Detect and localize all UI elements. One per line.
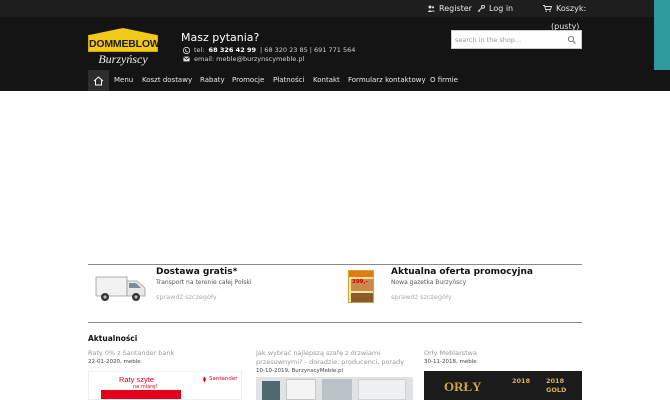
logo-brand-bottom: Burzyńscy xyxy=(98,52,148,66)
top-bar: Register Log in Koszyk: xyxy=(0,0,670,17)
santander-flame-icon xyxy=(203,376,206,383)
logo-brand-top: DOMMEBLOWY xyxy=(89,38,167,50)
divider-top xyxy=(88,264,582,265)
search-box xyxy=(451,30,582,49)
news-date-santander: 22-01-2020, meble xyxy=(88,359,141,365)
promo-link-delivery[interactable]: sprawdź szczegóły xyxy=(156,293,217,301)
key-icon xyxy=(477,5,485,12)
tel-rest: | 68 320 23 85 | 691 771 564 xyxy=(260,46,356,54)
logo-roof: DOMMEBLOWY xyxy=(88,28,158,52)
cart-icon xyxy=(543,5,552,12)
cart-label: Koszyk: xyxy=(556,4,587,13)
banner-slider[interactable] xyxy=(88,91,582,263)
santander-brand: Santander xyxy=(209,376,238,382)
news-date-orly: 30-11-2018, meble xyxy=(424,359,477,365)
logo[interactable]: DOMMEBLOWY Burzyńscy xyxy=(88,28,158,68)
promo-link-offer[interactable]: sprawdź szczegóły xyxy=(391,293,452,301)
promo-subtitle-delivery: Transport na terenie całej Polski xyxy=(156,279,252,286)
email-text: email: meble@burzynscymeble.pl xyxy=(194,55,305,63)
delivery-van-image xyxy=(95,276,146,301)
nav-item-platnosci[interactable]: Płatności xyxy=(273,76,304,84)
contact-heading: Masz pytania? xyxy=(181,31,260,44)
promo-leaflet-image: 399,- xyxy=(348,270,374,303)
orly-badge-2: 2018 xyxy=(546,377,565,385)
search-input[interactable] xyxy=(455,33,563,46)
tel-main: 68 326 42 99 xyxy=(208,46,257,54)
news-title-orly[interactable]: Orły Meblarstwa xyxy=(424,349,477,358)
cart-link[interactable]: Koszyk: xyxy=(543,4,586,13)
nav-item-promocje[interactable]: Promocje xyxy=(232,76,264,84)
leaflet-price-badge: 399,- xyxy=(352,279,368,285)
nav-item-o-firmie[interactable]: O firmie xyxy=(430,76,458,84)
phone-icon xyxy=(183,46,190,54)
promo-subtitle-offer: Nowa gazetka Burzyńscy xyxy=(391,279,467,286)
news-date-wardrobe: 10-10-2019, BurzynscyMeble.pl xyxy=(256,368,344,374)
orly-badge-1: 2018 xyxy=(512,377,531,385)
envelope-icon xyxy=(183,56,190,62)
santander-headline: Raty szyte xyxy=(119,375,155,384)
nav-item-formularz[interactable]: Formularz kontaktowy xyxy=(348,76,426,84)
news-title-santander[interactable]: Raty 0% z Santander bank xyxy=(88,349,174,358)
users-icon xyxy=(427,5,435,12)
register-label: Register xyxy=(439,4,472,13)
login-label: Log in xyxy=(489,4,514,13)
phone-line: tel: 68 326 42 99 | 68 320 23 85 | 691 7… xyxy=(183,46,355,54)
news-image-santander[interactable]: Raty szyte na miarę! Santander xyxy=(88,371,242,400)
news-heading: Aktualności xyxy=(88,334,138,343)
news-image-orly[interactable]: ORŁY 2018 2018 GOLD xyxy=(424,371,582,400)
search-icon[interactable] xyxy=(567,35,577,45)
orly-logo-text: ORŁY xyxy=(444,379,482,394)
divider-bottom xyxy=(88,322,582,323)
nav-item-rabaty[interactable]: Rabaty xyxy=(200,76,225,84)
email-line: email: meble@burzynscymeble.pl xyxy=(183,55,304,63)
main-nav: Menu Koszt dostawy Rabaty Promocje Płatn… xyxy=(0,70,670,91)
nav-item-kontakt[interactable]: Kontakt xyxy=(313,76,340,84)
orly-badge-gold: GOLD xyxy=(546,386,567,394)
home-button[interactable] xyxy=(88,70,109,91)
home-icon xyxy=(93,75,104,85)
register-link[interactable]: Register xyxy=(427,4,472,13)
login-link[interactable]: Log in xyxy=(477,4,513,13)
side-tab[interactable] xyxy=(654,0,670,78)
promo-title-delivery: Dostawa gratis* xyxy=(156,267,238,277)
news-image-wardrobe[interactable] xyxy=(256,377,413,400)
news-title-wardrobe[interactable]: Jak wybrać najlepszą szafę z drzwiami pr… xyxy=(256,349,406,367)
page: Register Log in Koszyk: (pusty) DOMMEBLO… xyxy=(0,0,670,400)
nav-item-menu[interactable]: Menu xyxy=(114,76,133,84)
promo-title-offer: Aktualna oferta promocyjna xyxy=(391,267,533,277)
tel-prefix: tel: xyxy=(194,46,205,54)
nav-item-koszt-dostawy[interactable]: Koszt dostawy xyxy=(142,76,192,84)
